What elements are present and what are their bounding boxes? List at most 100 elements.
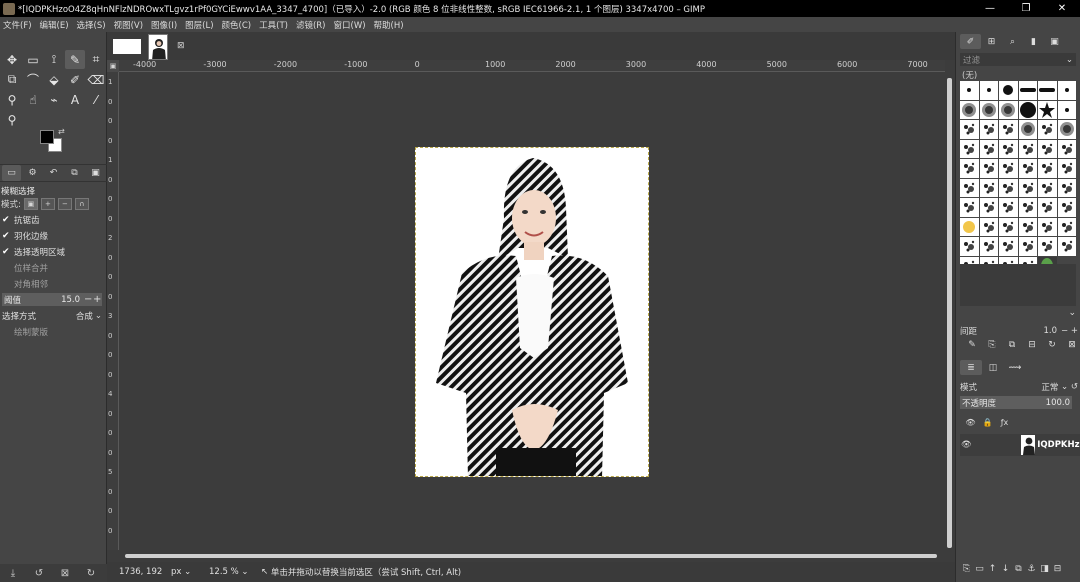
decrease-icon[interactable]: −	[1061, 326, 1071, 336]
brush-thumbnail[interactable]	[960, 237, 979, 256]
brush-thumbnail[interactable]	[979, 159, 998, 178]
brush-thumbnail[interactable]	[1038, 139, 1057, 158]
brush-thumbnail[interactable]	[1038, 100, 1057, 119]
visibility-eye-icon[interactable]: 👁	[960, 440, 973, 450]
brush-thumbnail[interactable]	[1057, 120, 1076, 139]
channels-tab[interactable]: ◫	[982, 360, 1004, 375]
diagonal-neighbors-checkbox[interactable]: 对角相邻	[2, 278, 48, 290]
paintbrush-tool-icon[interactable]: ✐	[65, 70, 85, 89]
mask-layer-icon[interactable]: ◨	[1038, 564, 1051, 574]
menu-image[interactable]: 图像(I)	[151, 19, 177, 31]
vertical-ruler[interactable]: 1 0 0 0 1 0 0 0 2 0 0 0 3 0 0 0 4 0 0 0 5 0 0 0	[107, 72, 119, 550]
brush-thumbnail[interactable]	[1057, 217, 1076, 236]
brush-thumbnail[interactable]	[979, 120, 998, 139]
mode-intersect-button[interactable]: ∩	[74, 198, 89, 210]
brush-thumbnail[interactable]	[999, 139, 1018, 158]
color-picker-tool-icon[interactable]: ⁄	[86, 90, 106, 109]
brush-thumbnail[interactable]	[1038, 159, 1057, 178]
brush-thumbnail[interactable]	[1057, 81, 1076, 100]
menu-help[interactable]: 帮助(H)	[374, 19, 404, 31]
menu-view[interactable]: 视图(V)	[114, 19, 143, 31]
brush-thumbnail[interactable]	[1057, 139, 1076, 158]
smudge-tool-icon[interactable]: ☝	[23, 90, 43, 109]
anchor-layer-icon[interactable]: ⚓	[1025, 564, 1038, 574]
layer-opacity-slider[interactable]: 不透明度 100.0	[960, 396, 1072, 409]
vertical-scroll-thumb[interactable]	[947, 78, 952, 548]
reset-mode-icon[interactable]: ↺	[1071, 382, 1078, 392]
open-brush-icon[interactable]: ⊠	[1062, 340, 1080, 350]
horizontal-scrollbar[interactable]	[119, 550, 945, 562]
brush-thumbnail[interactable]	[999, 120, 1018, 139]
minimize-button[interactable]: —	[972, 0, 1008, 17]
draw-mask-checkbox[interactable]: 绘制蒙版	[2, 326, 48, 338]
lower-layer-icon[interactable]: ↓	[999, 564, 1012, 574]
new-brush-icon[interactable]: ⎘	[982, 340, 1002, 350]
ruler-corner[interactable]: ▣	[107, 60, 119, 72]
brush-thumbnail[interactable]	[960, 139, 979, 158]
brush-thumbnail[interactable]	[1018, 139, 1037, 158]
brush-thumbnail[interactable]	[979, 139, 998, 158]
brush-thumbnail[interactable]	[1018, 81, 1037, 100]
brush-filter-input[interactable]: 过滤 ⌄	[960, 53, 1076, 66]
image-tab-blank[interactable]	[113, 39, 141, 54]
menu-file[interactable]: 文件(F)	[3, 19, 32, 31]
foreground-color-swatch[interactable]	[40, 130, 54, 144]
brushes-tab[interactable]: ✐	[960, 34, 981, 49]
brush-thumbnail[interactable]	[1038, 237, 1057, 256]
zoom-select[interactable]: 12.5 % ⌄	[209, 567, 261, 577]
decrease-icon[interactable]: −	[84, 294, 93, 305]
horizontal-ruler[interactable]: -4000 -3000 -2000 -1000 0 1000 2000 3000 4000 500…	[119, 60, 945, 72]
brush-thumbnail[interactable]	[960, 198, 979, 217]
clone-tool-icon[interactable]: ⚲	[2, 90, 22, 109]
brush-thumbnail[interactable]	[999, 100, 1018, 119]
crop-tool-icon[interactable]: ⌗	[86, 50, 106, 69]
spacing-row[interactable]: 间距 1.0 − +	[960, 325, 1078, 337]
warp-tool-icon[interactable]: ⌒	[23, 70, 43, 89]
brush-thumbnail[interactable]	[999, 217, 1018, 236]
new-layer-icon[interactable]: ⎘	[960, 564, 973, 574]
brush-thumbnail[interactable]	[1038, 120, 1057, 139]
brush-thumbnail[interactable]	[960, 217, 979, 236]
brush-thumbnail[interactable]	[979, 217, 998, 236]
brush-thumbnail[interactable]	[1038, 81, 1057, 100]
gradients-tab[interactable]: ▮	[1023, 34, 1044, 49]
dock-menu-icon[interactable]: ▣	[1044, 34, 1065, 49]
unit-select[interactable]: px ⌄	[171, 567, 209, 577]
eraser-tool-icon[interactable]: ⌫	[86, 70, 106, 89]
brush-thumbnail[interactable]	[1038, 178, 1057, 197]
brush-thumbnail[interactable]	[960, 159, 979, 178]
move-tool-icon[interactable]: ✥	[2, 50, 22, 69]
brush-thumbnail[interactable]	[999, 198, 1018, 217]
image-tab-photo[interactable]	[148, 34, 168, 60]
increase-icon[interactable]: +	[93, 294, 102, 305]
paths-tool-icon[interactable]: ⌁	[44, 90, 64, 109]
zoom-tool-icon[interactable]: ⚲	[2, 110, 22, 129]
delete-brush-icon[interactable]: ⊟	[1022, 340, 1042, 350]
brush-thumbnail[interactable]	[979, 237, 998, 256]
duplicate-layer-icon[interactable]: ⧉	[1012, 564, 1025, 574]
restore-options-icon[interactable]: ↺	[26, 568, 52, 579]
delete-options-icon[interactable]: ⊠	[52, 568, 78, 579]
images-tab[interactable]: ⧉	[65, 165, 84, 181]
lock-alpha-icon[interactable]: ƒx	[996, 418, 1013, 427]
increase-icon[interactable]: +	[1071, 326, 1078, 336]
brush-thumbnail[interactable]	[960, 120, 979, 139]
menu-edit[interactable]: 编辑(E)	[40, 19, 69, 31]
image-canvas[interactable]	[119, 72, 945, 550]
fg-bg-colors[interactable]: ⇄	[38, 127, 66, 154]
transform-tool-icon[interactable]: ⧉	[2, 70, 22, 89]
menu-select[interactable]: 选择(S)	[77, 19, 106, 31]
mode-replace-button[interactable]: ▣	[23, 198, 38, 210]
brush-thumbnail[interactable]	[979, 178, 998, 197]
brush-thumbnail[interactable]	[960, 178, 979, 197]
brush-thumbnail[interactable]	[1057, 100, 1076, 119]
brush-thumbnail[interactable]	[999, 237, 1018, 256]
rect-select-tool-icon[interactable]: ▭	[23, 50, 43, 69]
brush-thumbnail[interactable]	[1018, 198, 1037, 217]
brush-thumbnail[interactable]	[1018, 217, 1037, 236]
mode-subtract-button[interactable]: −	[57, 198, 72, 210]
select-by-combo[interactable]: 选择方式 合成 ⌄	[2, 310, 102, 322]
brush-thumbnail[interactable]	[999, 81, 1018, 100]
select-transparent-checkbox[interactable]: ✔ 选择透明区域	[2, 246, 65, 258]
mode-add-button[interactable]: +	[40, 198, 55, 210]
